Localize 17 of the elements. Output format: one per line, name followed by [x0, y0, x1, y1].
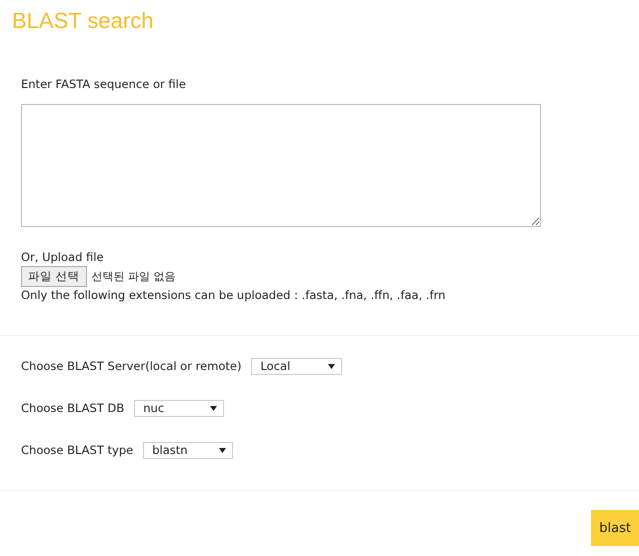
- blast-button[interactable]: blast: [591, 510, 639, 546]
- dropdown[interactable]: Local: [251, 358, 342, 374]
- dropdown[interactable]: nuc: [134, 400, 224, 416]
- upload-label: Or, Upload file: [21, 249, 104, 265]
- option-label: Choose BLAST DB: [21, 400, 124, 416]
- file-status: 선택된 파일 없음: [92, 269, 176, 284]
- option-label: Choose BLAST Server(local or remote): [21, 358, 242, 374]
- choose-file-button[interactable]: 파일 선택: [21, 266, 87, 287]
- sequence-input[interactable]: [21, 104, 541, 227]
- caret-icon: [210, 406, 218, 410]
- caret-icon: [328, 364, 336, 368]
- extensions-note: Only the following extensions can be uploaded : .fasta, .fna, .ffn, .faa, .frn: [21, 287, 446, 303]
- option-label: Choose BLAST type: [21, 442, 134, 458]
- sequence-label: Enter FASTA sequence or file: [21, 76, 186, 92]
- caret-icon: [219, 448, 226, 452]
- page-title: BLAST search: [11, 7, 154, 35]
- dropdown[interactable]: blastn: [143, 442, 234, 458]
